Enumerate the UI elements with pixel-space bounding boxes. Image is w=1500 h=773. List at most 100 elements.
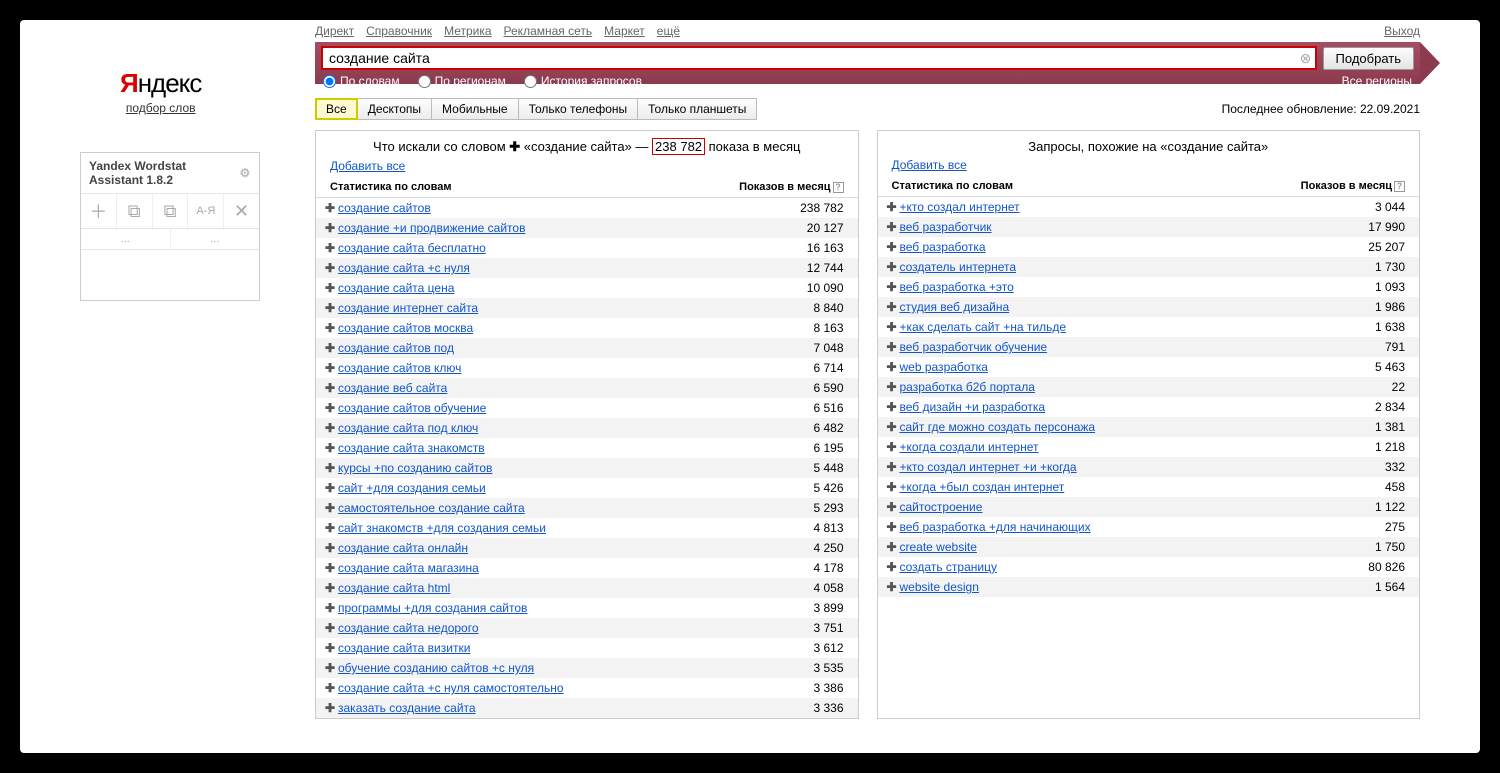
add-icon[interactable]: ✚ — [322, 481, 338, 495]
keyword-link[interactable]: обучение созданию сайтов +с нуля — [338, 661, 534, 675]
keyword-link[interactable]: заказать создание сайта — [338, 701, 476, 715]
add-icon[interactable]: ✚ — [322, 361, 338, 375]
keyword-link[interactable]: веб дизайн +и разработка — [900, 400, 1046, 414]
add-icon[interactable]: ✚ — [322, 381, 338, 395]
add-icon[interactable]: ✚ — [884, 500, 900, 514]
add-icon[interactable]: ✚ — [884, 380, 900, 394]
add-icon[interactable]: ✚ — [884, 440, 900, 454]
add-icon[interactable]: ✚ — [322, 321, 338, 335]
keyword-link[interactable]: веб разработка +для начинающих — [900, 520, 1091, 534]
keyword-link[interactable]: создание сайтов ключ — [338, 361, 461, 375]
add-icon[interactable]: ✚ — [884, 340, 900, 354]
keyword-link[interactable]: создание сайта онлайн — [338, 541, 468, 555]
keyword-link[interactable]: создание +и продвижение сайтов — [338, 221, 525, 235]
add-icon[interactable]: ✚ — [884, 280, 900, 294]
add-icon[interactable]: ✚ — [322, 421, 338, 435]
add-icon[interactable]: ✚ — [884, 540, 900, 554]
add-icon[interactable]: ✚ — [884, 320, 900, 334]
add-icon[interactable]: ✚ — [884, 400, 900, 414]
add-icon[interactable]: ✚ — [322, 281, 338, 295]
keyword-link[interactable]: website design — [900, 580, 979, 594]
add-icon[interactable]: ✚ — [884, 480, 900, 494]
add-icon[interactable]: ✚ — [322, 621, 338, 635]
keyword-link[interactable]: создание сайта бесплатно — [338, 241, 486, 255]
keyword-link[interactable]: создание сайта +с нуля — [338, 261, 470, 275]
keyword-link[interactable]: создание сайта цена — [338, 281, 454, 295]
add-icon[interactable]: ✚ — [884, 560, 900, 574]
clear-icon[interactable]: ⊗ — [1297, 50, 1315, 67]
copy-icon[interactable]: ⧉ — [117, 194, 153, 228]
keyword-link[interactable]: +как сделать сайт +на тильде — [900, 320, 1067, 334]
add-icon[interactable]: ✚ — [322, 601, 338, 615]
keyword-link[interactable]: создать страницу — [900, 560, 997, 574]
add-icon[interactable]: ✚ — [322, 501, 338, 515]
keyword-link[interactable]: создание сайта недорого — [338, 621, 479, 635]
tab-Все[interactable]: Все — [315, 98, 358, 120]
keyword-link[interactable]: сайтостроение — [900, 500, 983, 514]
logo-subtitle[interactable]: подбор слов — [126, 101, 196, 115]
keyword-link[interactable]: студия веб дизайна — [900, 300, 1010, 314]
keyword-link[interactable]: создание сайта +с нуля самостоятельно — [338, 681, 564, 695]
add-all-left[interactable]: Добавить все — [330, 159, 405, 173]
add-all-right[interactable]: Добавить все — [892, 158, 967, 172]
keyword-link[interactable]: +кто создал интернет +и +когда — [900, 460, 1077, 474]
radio-by-regions[interactable]: По регионам — [418, 74, 506, 88]
keyword-link[interactable]: создатель интернета — [900, 260, 1017, 274]
add-icon[interactable]: ✚ — [322, 261, 338, 275]
add-icon[interactable]: ✚ — [322, 541, 338, 555]
close-icon[interactable]: ✕ — [224, 194, 259, 228]
keyword-link[interactable]: веб разработка +это — [900, 280, 1014, 294]
keyword-link[interactable]: создание сайта магазина — [338, 561, 479, 575]
keyword-link[interactable]: +кто создал интернет — [900, 200, 1020, 214]
keyword-link[interactable]: создание интернет сайта — [338, 301, 478, 315]
add-icon[interactable]: ✚ — [322, 241, 338, 255]
add-icon[interactable]: ✚ — [322, 661, 338, 675]
keyword-link[interactable]: веб разработка — [900, 240, 986, 254]
add-icon[interactable]: ✚ — [322, 221, 338, 235]
topnav-link[interactable]: ещё — [657, 24, 680, 38]
add-icon[interactable]: ✚ — [884, 260, 900, 274]
add-icon[interactable]: ✚ — [322, 441, 338, 455]
keyword-link[interactable]: курсы +по созданию сайтов — [338, 461, 492, 475]
keyword-link[interactable]: +когда +был создан интернет — [900, 480, 1065, 494]
keyword-link[interactable]: +когда создали интернет — [900, 440, 1039, 454]
topnav-link[interactable]: Рекламная сеть — [504, 24, 593, 38]
add-icon[interactable]: ✚ — [884, 360, 900, 374]
add-icon[interactable]: ✚ — [884, 580, 900, 594]
add-icon[interactable]: ✚ — [322, 401, 338, 415]
submit-button[interactable]: Подобрать — [1323, 47, 1414, 70]
topnav-link[interactable]: Маркет — [604, 24, 645, 38]
tab-Только планшеты[interactable]: Только планшеты — [638, 98, 757, 120]
radio-history[interactable]: История запросов — [524, 74, 642, 88]
keyword-link[interactable]: создание сайтов — [338, 201, 431, 215]
keyword-link[interactable]: web разработка — [900, 360, 988, 374]
keyword-link[interactable]: создание сайта знакомств — [338, 441, 485, 455]
keyword-link[interactable]: программы +для создания сайтов — [338, 601, 527, 615]
add-icon[interactable]: ✚ — [884, 420, 900, 434]
logo[interactable]: Яндекс подбор слов — [120, 68, 201, 115]
tab-Мобильные[interactable]: Мобильные — [432, 98, 519, 120]
add-icon[interactable]: ✚ — [322, 561, 338, 575]
tab-Десктопы[interactable]: Десктопы — [358, 98, 432, 120]
add-icon[interactable]: ✚ — [884, 220, 900, 234]
add-icon[interactable]: ✚ — [884, 200, 900, 214]
topnav-link[interactable]: Справочник — [366, 24, 432, 38]
keyword-link[interactable]: сайт +для создания семьи — [338, 481, 486, 495]
add-icon[interactable]: ✚ — [322, 461, 338, 475]
keyword-link[interactable]: создание сайта под ключ — [338, 421, 478, 435]
add-icon[interactable]: ✚ — [884, 300, 900, 314]
keyword-link[interactable]: веб разработчик — [900, 220, 992, 234]
add-icon[interactable]: ✚ — [322, 201, 338, 215]
gear-icon[interactable]: ⚙ — [240, 166, 251, 180]
add-icon[interactable]: ✚ — [322, 341, 338, 355]
keyword-link[interactable]: create website — [900, 540, 977, 554]
keyword-link[interactable]: создание сайта html — [338, 581, 450, 595]
add-icon[interactable]: ✚ — [322, 681, 338, 695]
add-icon[interactable]: ✚ — [884, 240, 900, 254]
sort-icon[interactable]: А-Я — [188, 194, 224, 228]
keyword-link[interactable]: разработка б2б портала — [900, 380, 1035, 394]
logout-link[interactable]: Выход — [1384, 24, 1420, 38]
keyword-link[interactable]: сайт где можно создать персонажа — [900, 420, 1096, 434]
add-icon[interactable]: ✚ — [884, 460, 900, 474]
plus-icon[interactable]: ＋ — [81, 194, 117, 228]
